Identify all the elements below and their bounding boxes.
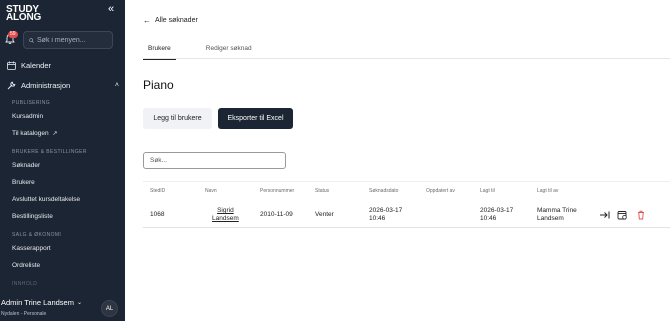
table-top-border <box>143 181 670 182</box>
lagt-til-av-line2: Landsem <box>537 215 564 222</box>
wrench-icon <box>7 81 16 90</box>
sidebar-item-avsluttet-kursdeltakelse[interactable]: Avsluttet kursdeltakelse <box>12 196 80 203</box>
menu-search-input[interactable] <box>37 36 112 44</box>
main-content: ← Alle søknader Brukere Rediger søknad P… <box>125 0 670 321</box>
lagt-til-date: 2026-03-17 <box>480 207 514 214</box>
user-name: Admin Trine Landsem <box>1 298 74 307</box>
section-publisering: PUBLISERING <box>12 100 51 106</box>
page-title: Piano <box>143 78 174 92</box>
add-users-button[interactable]: Legg til brukere <box>143 108 212 129</box>
lagt-til-time: 10:46 <box>480 215 497 222</box>
cell-lagt-til-av: Mamma Trine Landsem <box>537 207 577 223</box>
section-brukere-bestillinger: BRUKERE & BESTILLINGER <box>12 149 87 155</box>
col-header-status[interactable]: Status <box>315 188 329 194</box>
arrow-left-icon: ← <box>143 16 151 25</box>
calendar-icon <box>7 61 16 70</box>
back-link[interactable]: ← Alle søknader <box>143 16 198 25</box>
nav-administrasjon-label: Administrasjon <box>21 81 71 90</box>
col-header-navn[interactable]: Navn <box>205 188 217 194</box>
user-menu[interactable]: Admin Trine Landsem ⌄ Nydalen - Personal… <box>0 295 125 321</box>
col-header-soknadsdato[interactable]: Søknadsdato <box>369 188 398 194</box>
sidebar-item-soknader[interactable]: Søknader <box>12 162 40 169</box>
cell-personnummer: 2010-11-09 <box>260 211 293 218</box>
soknadsdato-date: 2026-03-17 <box>369 207 403 214</box>
collapse-sidebar-icon[interactable]: « <box>108 3 114 15</box>
cell-stedid: 1068 <box>150 211 165 218</box>
sidebar-item-kasserapport[interactable]: Kasserapport <box>12 245 51 252</box>
user-name-row[interactable]: Admin Trine Landsem ⌄ <box>1 298 82 307</box>
studyalong-logo[interactable]: STUDY ALONG <box>6 5 42 23</box>
lagt-til-av-line1: Mamma Trine <box>537 207 577 214</box>
nav-administrasjon[interactable]: Administrasjon ˄ <box>7 81 119 90</box>
cell-status: Venter <box>315 211 334 218</box>
section-innhold: INNHOLD <box>12 281 38 287</box>
delete-icon[interactable] <box>636 210 646 220</box>
move-to-icon[interactable] <box>599 210 610 220</box>
col-header-personnummer[interactable]: Personnummer <box>260 188 294 194</box>
col-header-oppdatert-av[interactable]: Oppdatert av <box>426 188 455 194</box>
export-excel-button[interactable]: Eksporter til Excel <box>218 108 293 129</box>
menu-search[interactable] <box>23 31 113 49</box>
soknadsdato-time: 10:46 <box>369 215 386 222</box>
col-header-stedid[interactable]: StedID <box>150 188 165 194</box>
user-name-link-line2[interactable]: Landsem <box>212 215 239 222</box>
col-header-lagt-til-av[interactable]: Lagt til av <box>537 188 558 194</box>
sidebar-item-til-katalogen[interactable]: Til katalogen ↗ <box>12 130 57 137</box>
section-salg-okonomi: SALG & ØKONOMI <box>12 232 62 238</box>
chevron-up-icon: ˄ <box>114 82 119 89</box>
sidebar-item-ordreliste[interactable]: Ordreliste <box>12 262 40 269</box>
notification-badge: 59 <box>8 31 18 38</box>
cell-navn[interactable]: Sigrid Landsem <box>212 207 239 223</box>
sidebar-item-til-katalogen-label: Til katalogen <box>12 130 49 137</box>
sidebar-item-kursadmin[interactable]: Kursadmin <box>12 113 43 120</box>
user-org: Nydalen - Personale <box>1 311 47 317</box>
chevron-down-icon: ⌄ <box>76 300 82 306</box>
external-link-icon: ↗ <box>52 131 58 137</box>
col-header-lagt-til[interactable]: Lagt til <box>480 188 495 194</box>
row-divider <box>143 227 670 228</box>
app-root: STUDY ALONG « 59 Kalender <box>0 0 670 321</box>
logo-line2: ALONG <box>6 12 42 23</box>
cell-lagt-til: 2026-03-17 10:46 <box>480 207 513 223</box>
tab-divider <box>143 58 670 59</box>
table-search-input[interactable] <box>143 152 286 169</box>
back-link-label: Alle søknader <box>155 17 198 24</box>
sidebar: STUDY ALONG « 59 Kalender <box>0 0 125 321</box>
nav-calendar-label: Kalender <box>21 61 52 70</box>
avatar[interactable]: AL <box>101 300 118 317</box>
sidebar-item-bestillingsliste[interactable]: Bestillingsliste <box>12 213 53 220</box>
search-icon <box>29 37 34 43</box>
cell-soknadsdato: 2026-03-17 10:46 <box>369 207 402 223</box>
user-name-link-line1[interactable]: Sigrid <box>217 207 234 214</box>
calendar-edit-icon[interactable] <box>617 210 628 220</box>
sidebar-item-brukere[interactable]: Brukere <box>12 179 35 186</box>
nav-calendar[interactable]: Kalender <box>7 61 51 70</box>
